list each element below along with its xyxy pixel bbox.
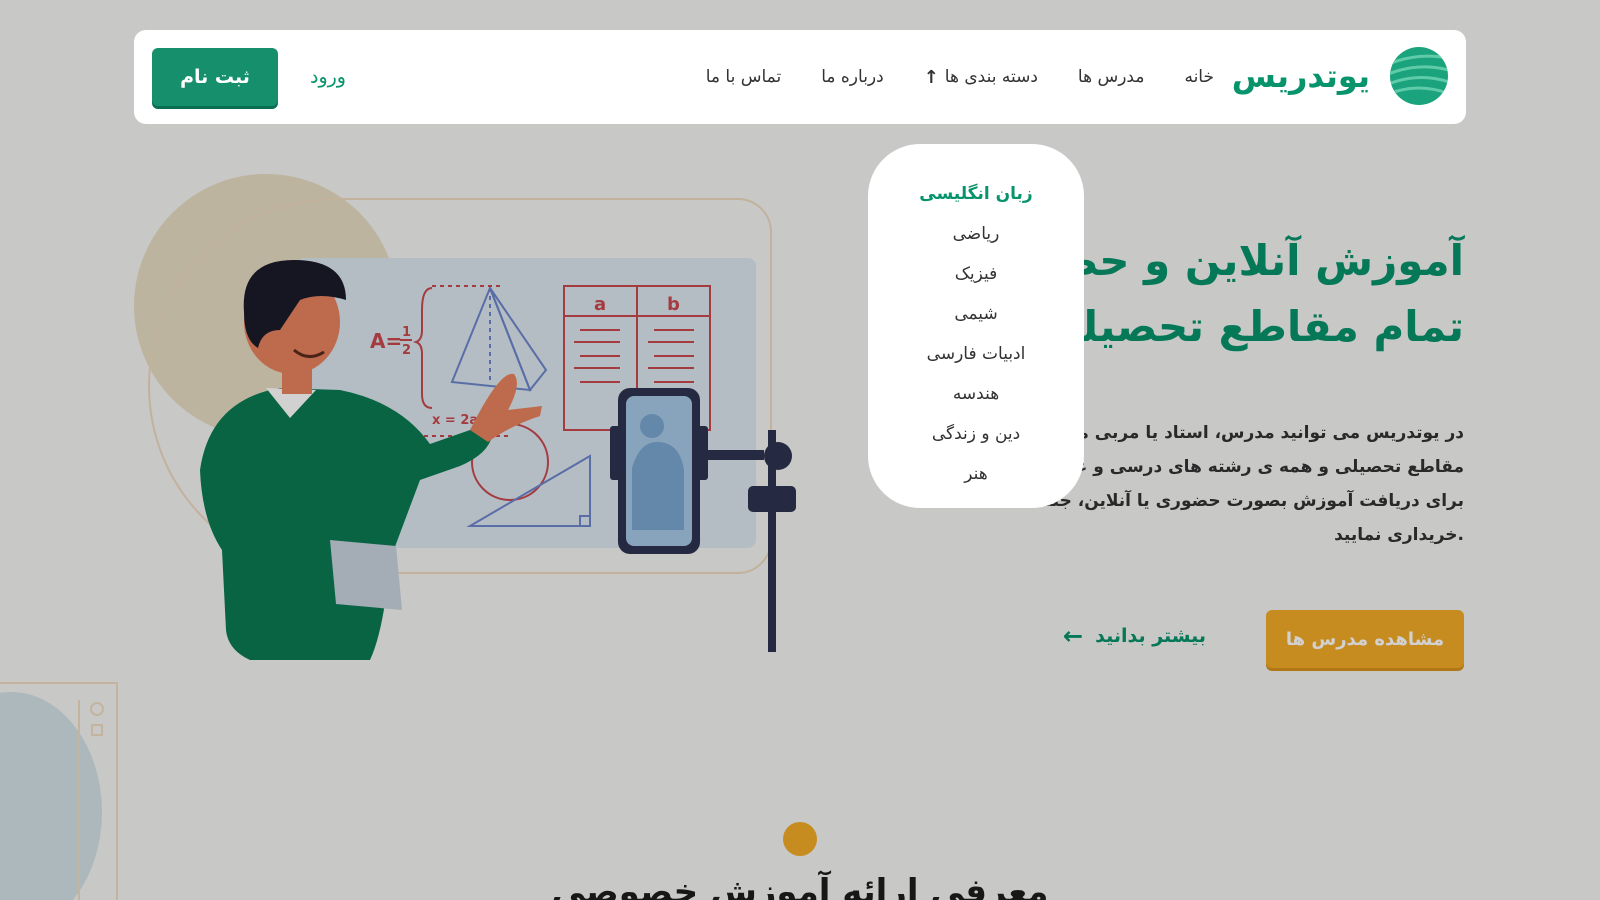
nav-item-categories[interactable]: دسته بندی ها ↑ — [924, 67, 1038, 88]
brand-logo[interactable]: یوتدریس — [1232, 47, 1448, 105]
brand-name: یوتدریس — [1231, 57, 1370, 95]
nav-item-teachers[interactable]: مدرس ها — [1078, 67, 1145, 87]
dropdown-item-persian-literature[interactable]: ادبیات فارسی — [927, 334, 1026, 374]
dropdown-item-english[interactable]: زبان انگلیسی — [919, 174, 1032, 214]
striped-globe-icon — [1390, 47, 1448, 105]
login-link[interactable]: ورود — [310, 30, 346, 124]
nav-item-home[interactable]: خانه — [1184, 67, 1214, 87]
dropdown-backdrop[interactable] — [0, 0, 1600, 900]
signup-button[interactable]: ثبت نام — [152, 48, 278, 106]
site-header: یوتدریس خانه مدرس ها دسته بندی ها ↑ دربا… — [134, 30, 1466, 124]
nav-item-contact[interactable]: تماس با ما — [706, 67, 782, 87]
dropdown-item-religion[interactable]: دین و زندگی — [932, 414, 1020, 454]
nav-item-about[interactable]: درباره ما — [821, 67, 884, 87]
arrow-up-icon: ↑ — [923, 66, 939, 88]
dropdown-item-art[interactable]: هنر — [964, 454, 987, 494]
dropdown-item-geometry[interactable]: هندسه — [953, 374, 999, 414]
dropdown-item-math[interactable]: ریاضی — [953, 214, 1000, 254]
dropdown-item-physics[interactable]: فیزیک — [955, 254, 998, 294]
dropdown-item-chemistry[interactable]: شیمی — [954, 294, 997, 334]
categories-dropdown: زبان انگلیسی ریاضی فیزیک شیمی ادبیات فار… — [868, 144, 1084, 508]
main-nav: خانه مدرس ها دسته بندی ها ↑ درباره ما تم… — [706, 30, 1214, 124]
